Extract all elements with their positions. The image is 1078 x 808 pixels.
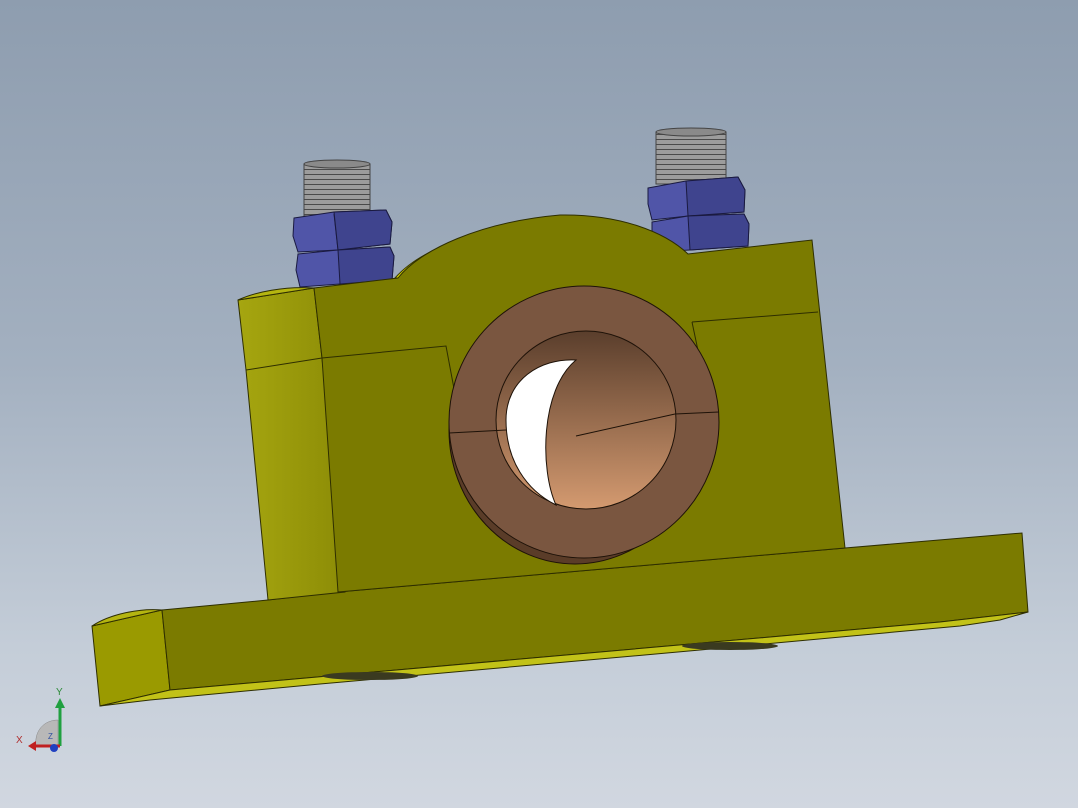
- triad-x-label: X: [16, 735, 23, 746]
- stud-bolt-right[interactable]: [655, 127, 727, 185]
- base-slot-right: [682, 642, 778, 650]
- model-view[interactable]: [0, 0, 1078, 808]
- hex-nut-left-upper[interactable]: [292, 209, 393, 253]
- base-slot-left: [322, 672, 418, 680]
- triad-y-label: Y: [56, 687, 63, 698]
- stud-bolt-left[interactable]: [303, 159, 371, 217]
- base-left-end-face[interactable]: [91, 609, 171, 707]
- graphics-viewport[interactable]: Y X Z: [0, 0, 1078, 808]
- orientation-triad: Y X Z: [14, 686, 74, 756]
- triad-z-label: Z: [48, 732, 53, 741]
- triad-icon: [28, 698, 65, 752]
